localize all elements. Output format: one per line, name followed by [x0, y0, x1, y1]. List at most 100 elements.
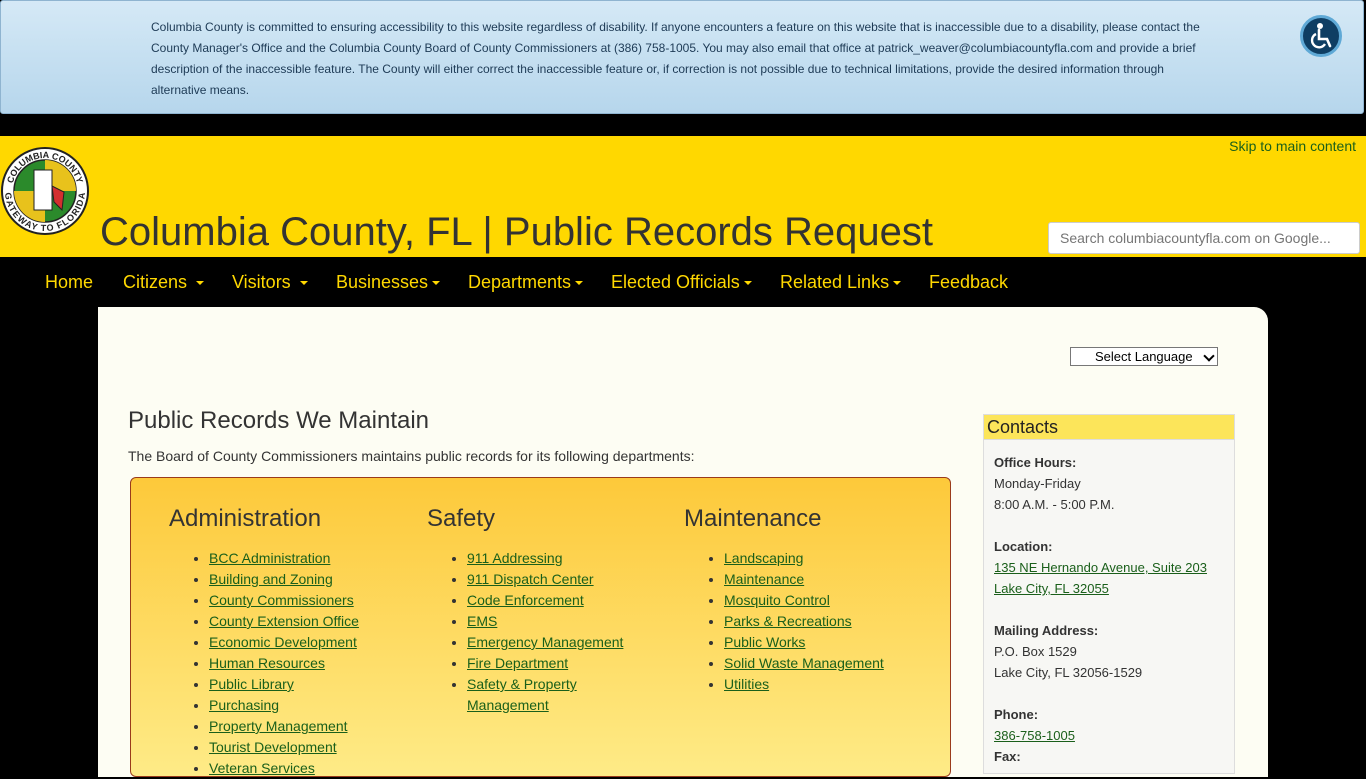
maintenance-list: Landscaping Maintenance Mosquito Control… [684, 548, 924, 695]
nav-visitors[interactable]: Visitors [232, 272, 308, 293]
nav-home-label: Home [45, 272, 94, 292]
column-title: Safety [427, 505, 496, 532]
contacts-body: Office Hours: Monday-Friday 8:00 A.M. - … [984, 440, 1234, 779]
mailing-line1: P.O. Box 1529 [994, 644, 1077, 659]
dept-link[interactable]: EMS [467, 613, 497, 629]
location-label: Location: [994, 539, 1053, 554]
dept-link[interactable]: County Extension Office [209, 613, 359, 629]
dept-link[interactable]: Property Management [209, 718, 348, 734]
nav-home[interactable]: Home [45, 272, 93, 293]
dept-link[interactable]: Building and Zoning [209, 571, 333, 587]
contacts-title: Contacts [984, 415, 1234, 440]
list-item: BCC Administration [209, 548, 409, 569]
list-item: Economic Development [209, 632, 409, 653]
office-hours-time: 8:00 A.M. - 5:00 P.M. [994, 497, 1115, 512]
office-hours-label: Office Hours: [994, 455, 1077, 470]
chevron-down-icon [575, 281, 584, 286]
list-item: County Extension Office [209, 611, 409, 632]
dept-link[interactable]: Landscaping [724, 550, 803, 566]
chevron-down-icon [196, 281, 205, 286]
nav-feedback-label: Feedback [929, 272, 1009, 292]
phone-label: Phone: [994, 707, 1039, 722]
dept-link[interactable]: Emergency Management [467, 634, 623, 650]
column-maintenance: Maintenance Landscaping Maintenance Mosq… [684, 504, 924, 695]
list-item: Building and Zoning [209, 569, 409, 590]
list-item: Fire Department [467, 653, 667, 674]
dept-link[interactable]: 911 Dispatch Center [467, 571, 594, 587]
skip-to-main-link[interactable]: Skip to main content [1229, 138, 1356, 154]
chevron-down-icon [1203, 350, 1215, 362]
list-item: Human Resources [209, 653, 409, 674]
intro-text: The Board of County Commissioners mainta… [128, 448, 695, 464]
dept-link[interactable]: County Commissioners [209, 592, 354, 608]
dept-link[interactable]: Mosquito Control [724, 592, 830, 608]
nav-elected-officials[interactable]: Elected Officials [611, 272, 752, 293]
column-safety: Safety 911 Addressing 911 Dispatch Cente… [427, 504, 667, 716]
dept-link[interactable]: Maintenance [724, 571, 804, 587]
list-item: Landscaping [724, 548, 924, 569]
list-item: EMS [467, 611, 667, 632]
accessibility-wheelchair-icon[interactable] [1300, 15, 1342, 57]
nav-related-label: Related Links [780, 272, 890, 292]
nav-feedback[interactable]: Feedback [929, 272, 1008, 293]
county-seal-logo[interactable]: COLUMBIA COUNTY GATEWAY TO FLORIDA [0, 146, 90, 236]
list-item: Utilities [724, 674, 924, 695]
list-item: Veteran Services [209, 758, 409, 779]
site-search-input[interactable] [1048, 222, 1360, 254]
dept-link[interactable]: BCC Administration [209, 550, 330, 566]
list-item: Code Enforcement [467, 590, 667, 611]
list-item: 911 Dispatch Center [467, 569, 667, 590]
list-item: Public Library [209, 674, 409, 695]
nav-citizens-label: Citizens [123, 272, 188, 292]
nav-departments-label: Departments [468, 272, 572, 292]
dept-link[interactable]: Fire Department [467, 655, 568, 671]
location-address-line2[interactable]: Lake City, FL 32055 [994, 581, 1109, 596]
nav-visitors-label: Visitors [232, 272, 291, 292]
accessibility-banner: Columbia County is committed to ensuring… [0, 0, 1364, 114]
site-title: Columbia County, FL | Public Records Req… [100, 210, 933, 254]
list-item: Safety & Property Management [467, 674, 597, 716]
dept-link[interactable]: 911 Addressing [467, 550, 562, 566]
administration-list: BCC Administration Building and Zoning C… [169, 548, 409, 779]
list-item: Solid Waste Management [724, 653, 924, 674]
dept-link[interactable]: Purchasing [209, 697, 279, 713]
column-administration: Administration BCC Administration Buildi… [169, 504, 409, 779]
dept-link[interactable]: Public Library [209, 676, 294, 692]
mailing-line2: Lake City, FL 32056-1529 [994, 665, 1143, 680]
mailing-label: Mailing Address: [994, 623, 1099, 638]
dept-link[interactable]: Parks & Recreations [724, 613, 852, 629]
dept-link[interactable]: Utilities [724, 676, 769, 692]
nav-citizens[interactable]: Citizens [123, 272, 205, 293]
language-select[interactable]: Select Language [1070, 347, 1218, 366]
dept-link[interactable]: Code Enforcement [467, 592, 584, 608]
list-item: Mosquito Control [724, 590, 924, 611]
list-item: Public Works [724, 632, 924, 653]
dept-link[interactable]: Safety & Property Management [467, 676, 577, 713]
nav-related-links[interactable]: Related Links [780, 272, 902, 293]
dept-link[interactable]: Veteran Services [209, 760, 315, 776]
column-title: Administration [169, 505, 322, 532]
list-item: Emergency Management [467, 632, 667, 653]
chevron-down-icon [432, 281, 441, 286]
list-item: Parks & Recreations [724, 611, 924, 632]
nav-elected-label: Elected Officials [611, 272, 740, 292]
column-title: Maintenance [684, 505, 822, 532]
nav-departments[interactable]: Departments [468, 272, 584, 293]
contacts-panel: Contacts Office Hours: Monday-Friday 8:0… [983, 414, 1235, 774]
chevron-down-icon [299, 281, 308, 286]
dept-link[interactable]: Solid Waste Management [724, 655, 884, 671]
safety-list: 911 Addressing 911 Dispatch Center Code … [427, 548, 667, 716]
chevron-down-icon [893, 281, 902, 286]
list-item: Purchasing [209, 695, 409, 716]
chevron-down-icon [743, 281, 752, 286]
fax-label: Fax: [994, 749, 1021, 764]
page-heading: Public Records We Maintain [128, 407, 430, 434]
dept-link[interactable]: Economic Development [209, 634, 357, 650]
dept-link[interactable]: Tourist Development [209, 739, 337, 755]
list-item: Maintenance [724, 569, 924, 590]
dept-link[interactable]: Public Works [724, 634, 805, 650]
phone-link[interactable]: 386-758-1005 [994, 728, 1075, 743]
dept-link[interactable]: Human Resources [209, 655, 325, 671]
location-address-line1[interactable]: 135 NE Hernando Avenue, Suite 203 [994, 560, 1207, 575]
nav-businesses[interactable]: Businesses [336, 272, 441, 293]
